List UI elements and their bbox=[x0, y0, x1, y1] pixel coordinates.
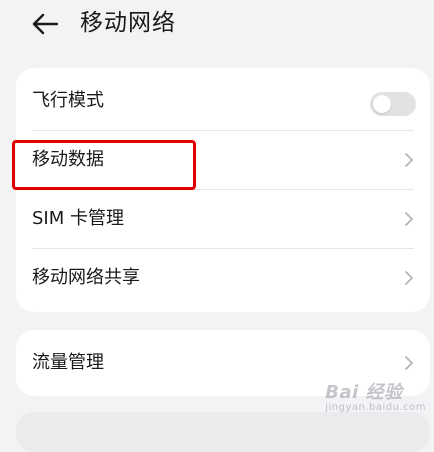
header-bar: 移动网络 bbox=[0, 0, 434, 50]
traffic-management-label: 流量管理 bbox=[32, 352, 104, 373]
baidu-watermark: Bai 经验 jingyan.baidu.com bbox=[325, 378, 426, 413]
airplane-mode-label: 飞行模式 bbox=[32, 90, 104, 111]
page-title: 移动网络 bbox=[80, 10, 176, 36]
network-settings-card: 飞行模式 移动数据 SIM 卡管理 移动网络共享 bbox=[16, 68, 430, 312]
airplane-mode-row[interactable]: 飞行模式 bbox=[16, 72, 430, 130]
next-card-partial bbox=[16, 412, 430, 452]
chevron-right-icon bbox=[405, 356, 413, 370]
airplane-mode-toggle[interactable] bbox=[370, 92, 416, 116]
sim-management-label: SIM 卡管理 bbox=[32, 208, 124, 229]
mobile-hotspot-label: 移动网络共享 bbox=[32, 267, 140, 288]
mobile-data-row[interactable]: 移动数据 bbox=[16, 131, 430, 189]
back-button[interactable] bbox=[28, 8, 62, 40]
watermark-main: Bai 经验 bbox=[325, 382, 403, 403]
chevron-right-icon bbox=[405, 271, 413, 285]
back-arrow-icon bbox=[32, 13, 58, 35]
chevron-right-icon bbox=[405, 212, 413, 226]
chevron-right-icon bbox=[405, 153, 413, 167]
mobile-hotspot-row[interactable]: 移动网络共享 bbox=[16, 249, 430, 307]
sim-management-row[interactable]: SIM 卡管理 bbox=[16, 190, 430, 248]
watermark-sub: jingyan.baidu.com bbox=[325, 402, 426, 413]
toggle-knob bbox=[373, 95, 391, 113]
mobile-data-label: 移动数据 bbox=[32, 149, 104, 170]
